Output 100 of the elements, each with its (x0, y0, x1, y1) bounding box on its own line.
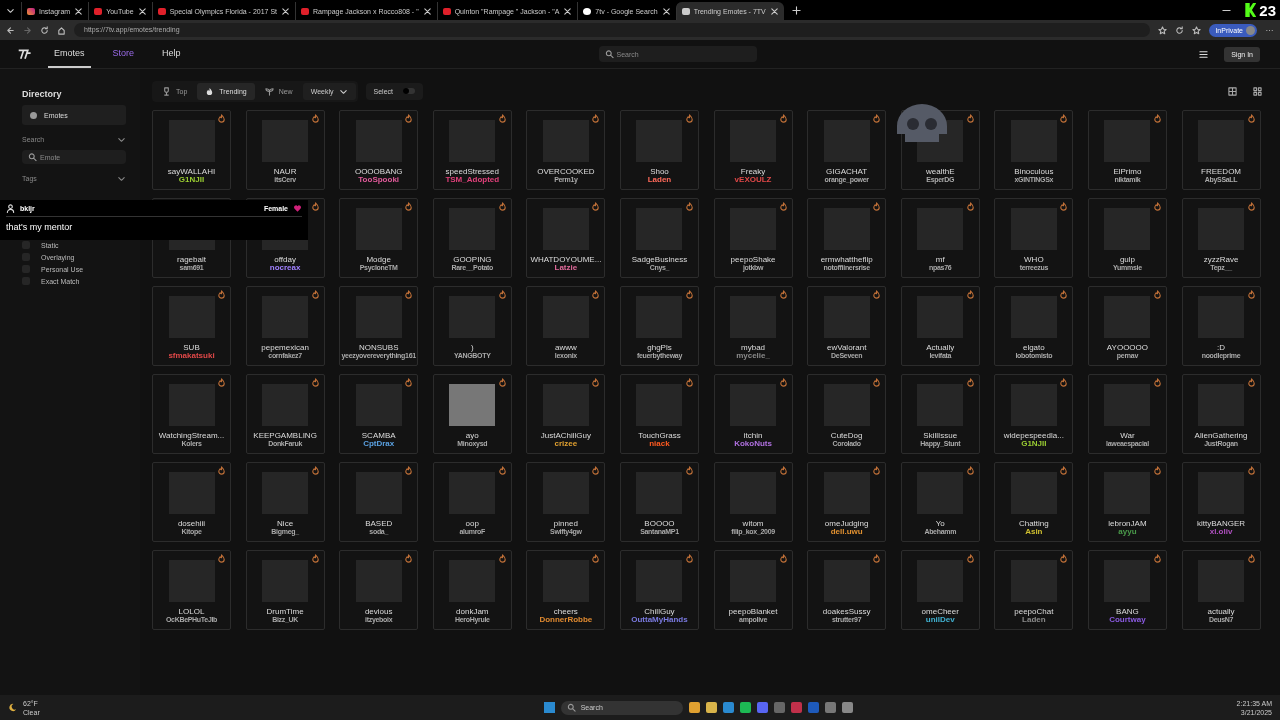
taskbar-app-icon[interactable] (705, 702, 717, 713)
emote-owner: KokoNuts (734, 440, 772, 448)
flame-icon (404, 466, 414, 475)
emote-name: SkillIssue (923, 431, 958, 440)
emote-card[interactable]: ChillGuy OuttaMyHands (619, 550, 699, 630)
flame-icon (778, 378, 788, 387)
emote-name: BOOOO (644, 519, 675, 528)
emote-name: peepoBlanket (728, 607, 778, 616)
emote-name: ChillGuy (644, 607, 675, 616)
flame-icon (1246, 466, 1256, 475)
taskbar-app-icon[interactable] (739, 702, 751, 713)
grid-view-icon[interactable] (1253, 86, 1262, 96)
emote-card[interactable]: cheers DonnerRobbe (526, 550, 606, 630)
refresh-icon[interactable] (1175, 25, 1185, 35)
emote-owner: xl.oliv (1209, 528, 1233, 536)
flame-icon (591, 466, 601, 475)
emote-card[interactable]: speedStressed TSM_Adopted (432, 110, 512, 190)
close-icon[interactable] (769, 6, 779, 16)
moon-icon (8, 703, 17, 712)
emote-card[interactable]: kittyBANGER xl.oliv (1181, 462, 1261, 542)
emote-card[interactable]: sayWALLAHI G1NJII (152, 110, 231, 190)
flame-icon (1059, 114, 1069, 123)
emote-name: WatchingStream... (158, 431, 225, 440)
emote-name: ewValorant (826, 343, 867, 352)
emote-owner: nocreax (269, 264, 301, 272)
sprout-icon (264, 86, 274, 96)
flame-icon (965, 290, 975, 299)
close-icon[interactable] (74, 6, 84, 16)
back-icon[interactable] (6, 25, 15, 35)
emote-name: SadgeBusiness (631, 255, 688, 264)
star-icon[interactable] (1192, 25, 1202, 35)
close-icon[interactable] (281, 6, 291, 16)
emote-card[interactable]: Freaky vEXOULZ (713, 110, 793, 190)
new-tab-icon[interactable] (791, 5, 801, 15)
emote-card[interactable]: itchin KokoNuts (713, 374, 793, 454)
grid-view-icon[interactable] (1228, 86, 1237, 96)
taskbar-app-icon[interactable] (688, 702, 700, 713)
taskbar-app-icon[interactable] (722, 702, 734, 713)
emote-name: GOOPING (453, 255, 492, 264)
flame-icon (684, 114, 694, 123)
toggle-switch[interactable] (403, 88, 415, 94)
search-icon (566, 703, 576, 712)
taskbar-app-icon[interactable] (756, 702, 768, 713)
emote-card[interactable]: SCAMBA CptDrax (339, 374, 419, 454)
emote-card[interactable]: lebronJAM ayyu (1087, 462, 1167, 542)
close-icon[interactable] (137, 6, 147, 16)
emote-owner: crizee (554, 440, 578, 448)
flame-icon (497, 202, 507, 211)
flame-icon (684, 466, 694, 475)
emote-card[interactable]: SUB sfmakatsuki (152, 286, 231, 366)
emote-card[interactable]: mybad mycelie_ (713, 286, 793, 366)
emote-name: peepoShake (730, 255, 776, 264)
home-icon[interactable] (57, 25, 66, 35)
emote-card[interactable]: Chatting Asin (994, 462, 1074, 542)
emote-name: BANG (1116, 607, 1139, 616)
emote-card[interactable]: peepoChat Laden (994, 550, 1074, 630)
flame-icon (872, 466, 882, 475)
checkbox[interactable] (22, 241, 30, 249)
emote-name: witom (742, 519, 764, 528)
emote-name: JustAChillGuy (540, 431, 591, 440)
flame-icon (965, 114, 975, 123)
close-icon[interactable] (563, 6, 573, 16)
emote-name: Yo (935, 519, 945, 528)
emote-name: elgato (1022, 343, 1045, 352)
emote-card[interactable]: WHATDOYOUME... Latzie (526, 198, 606, 278)
emote-card[interactable]: omeJudging dell.uwu (807, 462, 887, 542)
emote-card[interactable]: TouchGrass niack (619, 374, 699, 454)
emote-owner: Asin (1025, 528, 1043, 536)
emote-name: ElPrimo (1113, 167, 1142, 176)
chevron-icon[interactable] (117, 174, 126, 183)
emote-owner: Courtway (1109, 616, 1146, 624)
menu-icon[interactable] (1199, 49, 1209, 59)
emote-card[interactable]: Shoo Laden (619, 110, 699, 190)
nav-link[interactable]: Help (156, 40, 187, 68)
flame-icon (404, 378, 414, 387)
emote-card[interactable]: widepespeedla... G1NJII (994, 374, 1074, 454)
reload-icon[interactable] (40, 25, 49, 35)
flame-icon (778, 290, 788, 299)
forward-icon[interactable] (23, 25, 32, 35)
taskbar-app-icon[interactable] (841, 702, 853, 713)
taskbar-app-icon[interactable] (824, 702, 836, 713)
flame-icon (497, 378, 507, 387)
emote-name: WHATDOYOUME... (530, 255, 602, 264)
emote-card[interactable]: JustAChillGuy crizee (526, 374, 606, 454)
flame-icon (205, 86, 215, 96)
nav-link[interactable]: Store (106, 40, 141, 68)
close-icon[interactable] (661, 6, 671, 16)
flame-icon (1246, 114, 1256, 123)
flame-icon (1152, 554, 1162, 563)
flame-icon (1246, 290, 1256, 299)
flame-icon (872, 290, 882, 299)
emote-card[interactable]: omeCheer unilDev (900, 550, 980, 630)
emote-owner: G1NJII (178, 176, 205, 184)
emote-card[interactable]: OOOOBANG TooSpooki (339, 110, 419, 190)
emote-owner: TooSpooki (358, 176, 400, 184)
close-icon[interactable] (422, 6, 432, 16)
emote-card[interactable]: BANG Courtway (1087, 550, 1167, 630)
chevron-icon[interactable] (117, 135, 126, 144)
star-icon[interactable] (1158, 25, 1168, 35)
flame-icon (310, 290, 320, 299)
